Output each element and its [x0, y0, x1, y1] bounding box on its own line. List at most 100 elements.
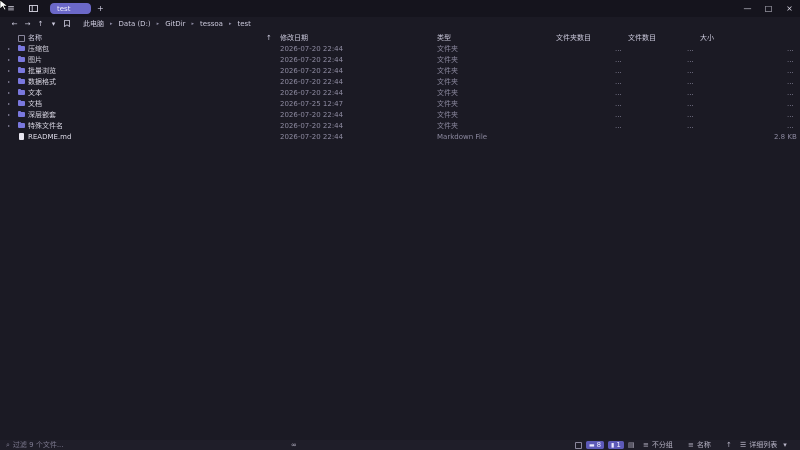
group-button[interactable]: ≡ 不分组	[643, 440, 673, 450]
file-name: 文本	[28, 88, 42, 97]
folder-icon	[18, 45, 25, 51]
file-size: ...	[787, 88, 794, 97]
file-size: ...	[787, 99, 794, 108]
list-view-icon: ☰	[740, 441, 747, 449]
table-row[interactable]: ▸ 数据格式 2026-07-20 22:44 文件夹 ... ... ...	[0, 76, 800, 87]
breadcrumb-separator-icon[interactable]: ▸	[110, 21, 113, 27]
history-dropdown-button[interactable]: ▾	[47, 20, 60, 28]
file-folder-count: ...	[615, 55, 622, 64]
folder-icon	[18, 100, 25, 106]
table-row[interactable]: ▸ 图片 2026-07-20 22:44 文件夹 ... ... ...	[0, 54, 800, 65]
filter-mode-button[interactable]: ∞	[291, 440, 297, 450]
expand-caret-icon[interactable]: ▸	[8, 109, 10, 120]
file-icon: ▮	[611, 441, 615, 449]
view-label: 详细列表	[749, 441, 778, 449]
file-type: 文件夹	[437, 55, 458, 64]
tab-test[interactable]: test	[50, 3, 91, 14]
expand-caret-icon[interactable]: ▸	[8, 43, 10, 54]
file-type: 文件夹	[437, 99, 458, 108]
navigation-bar: ← → ↑ ▾ 此电脑 ▸ Data (D:) ▸ GitDir ▸ tesso…	[0, 17, 800, 31]
breadcrumb-drive-d[interactable]: Data (D:)	[119, 20, 151, 28]
breadcrumb-separator-icon[interactable]: ▸	[229, 21, 232, 27]
sort-ascending-icon[interactable]: ↑	[266, 33, 272, 43]
file-name: 特殊文件名	[28, 121, 63, 130]
breadcrumb-tessoa[interactable]: tessoa	[200, 20, 223, 28]
column-type[interactable]: 类型	[437, 33, 451, 43]
breadcrumb-test[interactable]: test	[237, 20, 250, 28]
folder-count: 8	[596, 441, 602, 449]
file-folder-count: ...	[615, 110, 622, 119]
file-type: 文件夹	[437, 88, 458, 97]
table-row[interactable]: ▸ 文本 2026-07-20 22:44 文件夹 ... ... ...	[0, 87, 800, 98]
file-type: Markdown File	[437, 132, 488, 141]
file-name: 压缩包	[28, 44, 49, 53]
file-size: ...	[787, 77, 794, 86]
close-button[interactable]: ×	[779, 0, 800, 17]
select-checkbox[interactable]	[575, 440, 582, 450]
sort-button[interactable]: ≡ 名称	[688, 440, 711, 450]
file-folder-count: ...	[615, 77, 622, 86]
file-modified: 2026-07-20 22:44	[280, 55, 344, 64]
back-button[interactable]: ←	[8, 20, 21, 28]
expand-caret-icon[interactable]: ▸	[8, 65, 10, 76]
folder-icon: ▬	[589, 441, 595, 449]
table-row[interactable]: README.md 2026-07-20 22:44 Markdown File…	[0, 131, 800, 142]
layout-icon[interactable]: ▤	[628, 440, 635, 450]
sidebar-toggle-icon[interactable]	[24, 0, 42, 17]
file-count: 1	[616, 441, 621, 449]
view-mode-button[interactable]: ☰ 详细列表 ▾	[740, 440, 787, 450]
breadcrumb-gitdir[interactable]: GitDir	[165, 20, 185, 28]
table-row[interactable]: ▸ 压缩包 2026-07-20 22:44 文件夹 ... ... ...	[0, 43, 800, 54]
column-file-count[interactable]: 文件数目	[628, 33, 656, 43]
sort-direction-button[interactable]: ↑	[726, 440, 732, 450]
file-name: 图片	[28, 55, 42, 64]
breadcrumb-this-pc[interactable]: 此电脑	[83, 19, 104, 29]
file-size: ...	[787, 110, 794, 119]
file-modified: 2026-07-20 22:44	[280, 132, 344, 141]
forward-button[interactable]: →	[21, 20, 34, 28]
file-file-count: ...	[687, 99, 694, 108]
file-count-badge: ▮ 1	[608, 440, 624, 450]
column-folder-count[interactable]: 文件夹数目	[556, 33, 591, 43]
minimize-button[interactable]: —	[737, 0, 758, 17]
table-row[interactable]: ▸ 文档 2026-07-25 12:47 文件夹 ... ... ...	[0, 98, 800, 109]
filter-input[interactable]: ⌕ 过滤 9 个文件...	[6, 441, 286, 450]
file-file-count: ...	[687, 121, 694, 130]
expand-caret-icon[interactable]: ▸	[8, 98, 10, 109]
breadcrumb-separator-icon[interactable]: ▸	[157, 21, 160, 27]
breadcrumb-separator-icon[interactable]: ▸	[192, 21, 195, 27]
file-modified: 2026-07-20 22:44	[280, 121, 344, 130]
bookmark-icon[interactable]	[60, 19, 73, 29]
file-size: 2.8 KB	[774, 132, 797, 141]
table-row[interactable]: ▸ 深层嵌套 2026-07-20 22:44 文件夹 ... ... ...	[0, 109, 800, 120]
table-row[interactable]: ▸ 批量浏览 2026-07-20 22:44 文件夹 ... ... ...	[0, 65, 800, 76]
status-bar: ⌕ 过滤 9 个文件... ∞ ▬ 8 ▮ 1 ▤ ≡ 不分组 ≡ 名称 ↑ ☰…	[0, 440, 800, 450]
file-file-count: ...	[687, 88, 694, 97]
sort-icon: ≡	[688, 441, 694, 449]
file-icon	[19, 133, 24, 140]
sort-label: 名称	[696, 441, 711, 449]
expand-caret-icon[interactable]: ▸	[8, 54, 10, 65]
group-icon: ≡	[643, 441, 649, 449]
expand-caret-icon[interactable]: ▸	[8, 120, 10, 131]
file-modified: 2026-07-20 22:44	[280, 66, 344, 75]
column-size[interactable]: 大小	[700, 33, 714, 43]
up-button[interactable]: ↑	[34, 20, 47, 28]
file-modified: 2026-07-25 12:47	[280, 99, 344, 108]
maximize-button[interactable]: □	[758, 0, 779, 17]
column-header-row: 名称 ↑ 修改日期 类型 文件夹数目 文件数目 大小	[0, 33, 800, 43]
file-filter-toggle[interactable]: ▮ 1	[608, 441, 624, 449]
file-type: 文件夹	[437, 110, 458, 119]
column-modified[interactable]: 修改日期	[280, 33, 308, 43]
window-controls: — □ ×	[737, 0, 800, 17]
new-tab-button[interactable]: +	[97, 4, 104, 13]
file-type: 文件夹	[437, 66, 458, 75]
file-folder-count: ...	[615, 121, 622, 130]
tab-label: test	[57, 4, 71, 13]
column-name[interactable]: 名称	[28, 33, 42, 43]
folder-filter-toggle[interactable]: ▬ 8	[586, 441, 605, 449]
select-all-checkbox[interactable]	[18, 33, 25, 43]
expand-caret-icon[interactable]: ▸	[8, 76, 10, 87]
expand-caret-icon[interactable]: ▸	[8, 87, 10, 98]
table-row[interactable]: ▸ 特殊文件名 2026-07-20 22:44 文件夹 ... ... ...	[0, 120, 800, 131]
